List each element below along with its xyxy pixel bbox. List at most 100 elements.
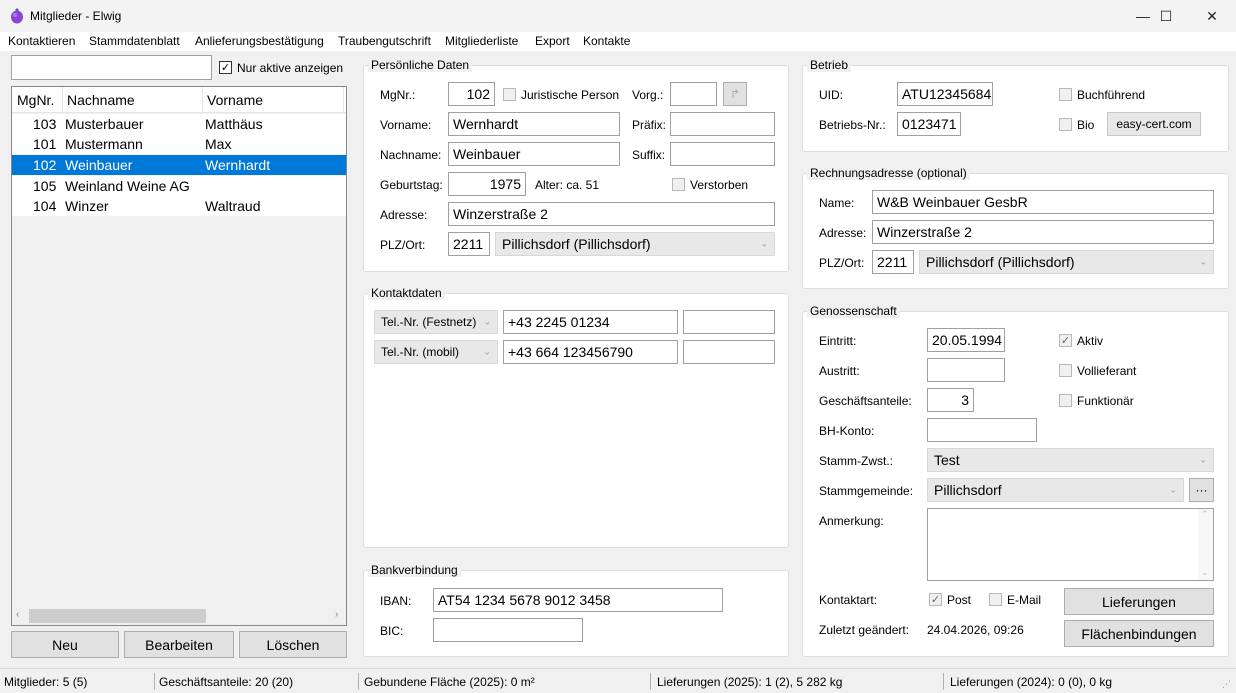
- scrollbar-thumb[interactable]: [29, 609, 206, 623]
- menu-mitgliederliste[interactable]: Mitgliederliste: [445, 34, 518, 48]
- volllieferant-checkbox[interactable]: [1059, 364, 1072, 377]
- list-header: MgNr. Nachname Vorname: [12, 87, 346, 113]
- ort-dropdown[interactable]: Pillichsdorf (Pillichsdorf) ⌄: [495, 232, 775, 256]
- vorg-jump-button[interactable]: ↱: [723, 82, 747, 106]
- menu-kontaktieren[interactable]: Kontaktieren: [8, 34, 75, 48]
- adresse-label: Adresse:: [380, 208, 428, 222]
- buchfuehrend-checkbox[interactable]: [1059, 88, 1072, 101]
- rechnung-plz-input[interactable]: 2211: [872, 250, 914, 274]
- iban-input[interactable]: AT54 1234 5678 9012 3458: [433, 588, 723, 612]
- column-header-vorname[interactable]: Vorname: [207, 92, 263, 108]
- post-checkbox[interactable]: ✓: [929, 593, 942, 606]
- suffix-input[interactable]: [670, 142, 775, 166]
- zwst-dropdown[interactable]: Test ⌄: [927, 448, 1214, 472]
- maximize-button[interactable]: ☐: [1143, 0, 1189, 32]
- easycert-button[interactable]: easy-cert.com: [1107, 112, 1201, 136]
- row-mgnr: 103: [33, 116, 57, 132]
- list-row[interactable]: 105 Weinland Weine AG: [12, 176, 346, 196]
- menu-kontakte[interactable]: Kontakte: [583, 34, 630, 48]
- gemeinde-dropdown[interactable]: Pillichsdorf ⌄: [927, 478, 1184, 502]
- phone-number-input[interactable]: +43 2245 01234: [503, 310, 678, 334]
- plz-input[interactable]: 2211: [448, 232, 490, 256]
- active-only-checkbox[interactable]: ✓: [219, 61, 232, 74]
- column-separator[interactable]: [62, 87, 63, 113]
- scroll-left-icon[interactable]: ‹: [16, 609, 19, 620]
- praefix-input[interactable]: [670, 112, 775, 136]
- anmerkung-textarea[interactable]: [927, 508, 1214, 581]
- new-button[interactable]: Neu: [11, 631, 119, 658]
- menu-traubengutschrift[interactable]: Traubengutschrift: [338, 34, 431, 48]
- austritt-input[interactable]: [927, 358, 1005, 382]
- email-checkbox[interactable]: [989, 593, 1002, 606]
- rechnung-adresse-input[interactable]: Winzerstraße 2: [872, 220, 1214, 244]
- mgnr-input[interactable]: 102: [448, 82, 495, 106]
- phone-note-input[interactable]: [683, 310, 775, 334]
- anteile-input[interactable]: 3: [927, 388, 974, 412]
- verstorben-label: Verstorben: [690, 178, 749, 192]
- search-input[interactable]: [11, 55, 212, 80]
- row-vorname: Wernhardt: [205, 157, 271, 173]
- list-row[interactable]: 103 Musterbauer Matthäus: [12, 114, 346, 134]
- bhkonto-input[interactable]: [927, 418, 1037, 442]
- vorname-input[interactable]: Wernhardt: [448, 112, 620, 136]
- chevron-down-icon: ⌄: [483, 346, 491, 357]
- phone-type-dropdown[interactable]: Tel.-Nr. (Festnetz) ⌄: [374, 310, 498, 334]
- uid-input[interactable]: ATU12345684: [897, 82, 993, 106]
- nachname-label: Nachname:: [380, 148, 442, 162]
- menu-stammdatenblatt[interactable]: Stammdatenblatt: [89, 34, 180, 48]
- menu-bar: Kontaktieren Stammdatenblatt Anlieferung…: [0, 32, 1236, 51]
- contact-data-title: Kontaktdaten: [368, 286, 445, 300]
- member-list[interactable]: MgNr. Nachname Vorname 103 Musterbauer M…: [11, 86, 347, 626]
- eintritt-input[interactable]: 20.05.1994: [927, 328, 1005, 352]
- row-mgnr: 105: [33, 178, 57, 194]
- resize-grip-icon[interactable]: ⋰: [1222, 679, 1231, 690]
- row-nachname: Musterbauer: [65, 116, 144, 132]
- geaendert-value: 24.04.2026, 09:26: [927, 623, 1024, 637]
- gemeinde-label: Stammgemeinde:: [819, 484, 914, 498]
- column-separator[interactable]: [202, 87, 203, 113]
- column-separator[interactable]: [343, 87, 344, 113]
- edit-button[interactable]: Bearbeiten: [124, 631, 234, 658]
- delete-button[interactable]: Löschen: [239, 631, 347, 658]
- phone-note-input[interactable]: [683, 340, 775, 364]
- bic-input[interactable]: [433, 618, 583, 642]
- list-row-selected[interactable]: 102 Weinbauer Wernhardt: [12, 155, 346, 175]
- rechnung-ort-dropdown[interactable]: Pillichsdorf (Pillichsdorf) ⌄: [919, 250, 1214, 274]
- scroll-right-icon[interactable]: ›: [335, 609, 338, 620]
- anmerkung-scrollbar[interactable]: ⌃ ⌄: [1198, 509, 1213, 580]
- rechnung-name-label: Name:: [819, 196, 855, 210]
- phone-type-dropdown[interactable]: Tel.-Nr. (mobil) ⌄: [374, 340, 498, 364]
- flaechenbindungen-button[interactable]: Flächenbindungen: [1064, 620, 1214, 647]
- suffix-label: Suffix:: [632, 148, 666, 162]
- column-header-mgnr[interactable]: MgNr.: [17, 92, 54, 108]
- row-nachname: Winzer: [65, 198, 109, 214]
- rechnung-name-input[interactable]: W&B Weinbauer GesbR: [872, 190, 1214, 214]
- close-button[interactable]: ✕: [1189, 0, 1235, 32]
- scroll-down-icon[interactable]: ⌄: [1201, 567, 1209, 578]
- list-row[interactable]: 104 Winzer Waltraud: [12, 196, 346, 216]
- nachname-input[interactable]: Weinbauer: [448, 142, 620, 166]
- vorg-input[interactable]: [670, 82, 717, 106]
- menu-anlieferungsbestaetigung[interactable]: Anlieferungsbestätigung: [195, 34, 324, 48]
- funktionaer-checkbox[interactable]: [1059, 394, 1072, 407]
- adresse-input[interactable]: Winzerstraße 2: [448, 202, 775, 226]
- betriebsnr-input[interactable]: 0123471: [897, 112, 961, 136]
- menu-export[interactable]: Export: [535, 34, 570, 48]
- verstorben-checkbox[interactable]: [672, 178, 685, 191]
- row-nachname: Weinbauer: [65, 157, 133, 173]
- gemeinde-more-button[interactable]: ···: [1189, 478, 1214, 502]
- status-separator: [358, 673, 359, 690]
- aktiv-checkbox[interactable]: ✓: [1059, 334, 1072, 347]
- bio-checkbox[interactable]: [1059, 118, 1072, 131]
- zwst-value: Test: [934, 452, 960, 468]
- horizontal-scrollbar[interactable]: ‹ ›: [12, 607, 346, 625]
- list-row[interactable]: 101 Mustermann Max: [12, 134, 346, 154]
- phone-number-input[interactable]: +43 664 123456790: [503, 340, 678, 364]
- juristic-person-checkbox[interactable]: [503, 88, 516, 101]
- scroll-up-icon[interactable]: ⌃: [1201, 509, 1209, 520]
- column-header-nachname[interactable]: Nachname: [67, 92, 135, 108]
- lieferungen-button[interactable]: Lieferungen: [1064, 588, 1214, 615]
- row-mgnr: 101: [33, 136, 57, 152]
- gemeinde-value: Pillichsdorf: [934, 482, 1002, 498]
- geburtstag-input[interactable]: 1975: [448, 172, 526, 196]
